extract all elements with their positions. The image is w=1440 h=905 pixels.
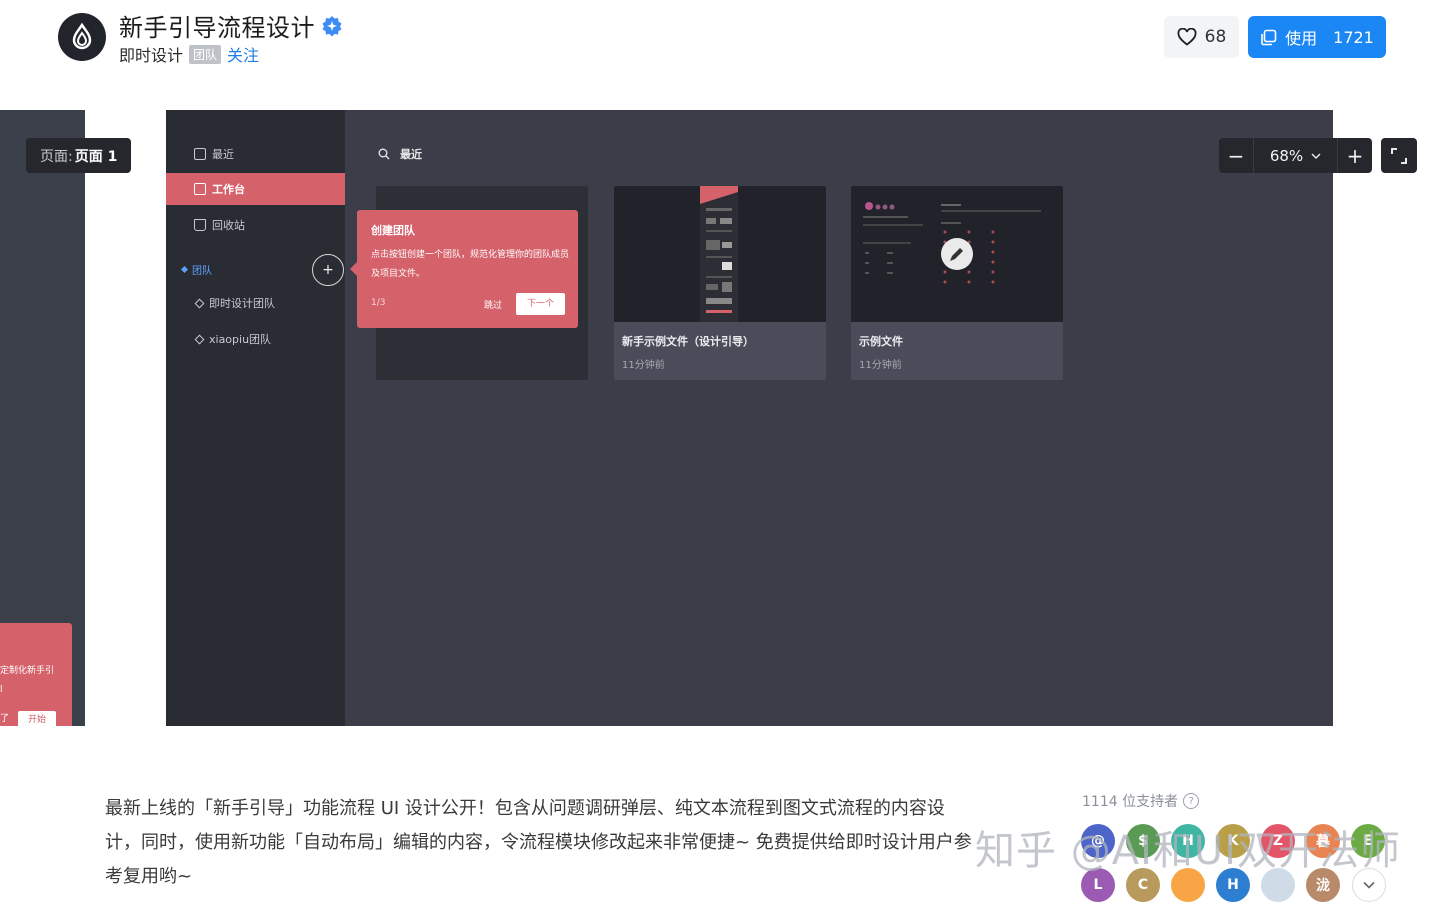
tooltip-skip-button[interactable]: 跳过 — [484, 298, 502, 311]
file-time: 11分钟前 — [859, 360, 902, 371]
sidebar-item-label: 回收站 — [212, 219, 245, 232]
tooltip-step-indicator: 1/3 — [371, 298, 386, 308]
zoom-control: − 68% + — [1219, 138, 1372, 173]
help-icon[interactable]: ? — [1183, 793, 1200, 809]
zoom-level-dropdown[interactable]: 68% — [1253, 138, 1338, 173]
fullscreen-button[interactable] — [1381, 138, 1417, 173]
sidebar-item-label: 最近 — [212, 148, 234, 161]
page-title: 新手引导流程设计 — [119, 8, 343, 43]
workspace-icon — [194, 183, 206, 195]
author-row: 即时设计 团队 关注 — [119, 42, 259, 66]
trash-icon — [194, 219, 206, 231]
team-label: 即时设计团队 — [209, 297, 275, 310]
design-preview: 页面: 页面 1 定制化新手引 l 了 开始 最近 工作台 回收站 团队 即时设… — [0, 110, 1440, 726]
verified-badge-icon — [322, 15, 342, 36]
left-popup-text: 定制化新手引 — [0, 666, 55, 676]
template-description: 最新上线的「新手引导」功能流程 UI 设计公开！包含从问题调研弹层、纯文本流程到… — [105, 798, 972, 887]
page-title-text: 新手引导流程设计 — [119, 14, 315, 42]
zoom-in-button[interactable]: + — [1338, 138, 1372, 173]
follow-button[interactable]: 关注 — [227, 42, 259, 66]
team-diamond-icon — [180, 265, 189, 274]
supporters-label: 1114 位支持者 — [1082, 794, 1179, 810]
team-label: xiaopiu团队 — [209, 333, 272, 346]
add-team-button[interactable]: + — [312, 254, 344, 286]
file-card[interactable]: 示例文件 11分钟前 — [851, 186, 1063, 380]
search-icon — [378, 148, 390, 160]
page-label: 页面: — [40, 148, 73, 165]
header: 新手引导流程设计 即时设计 团队 关注 68 使用 1721 — [0, 0, 1440, 110]
file-name: 新手示例文件（设计引导） — [622, 335, 754, 348]
onboarding-tooltip: 创建团队 点击按钮创建一个团队，规范化管理你的团队成员及项目文件。 1/3 跳过… — [350, 210, 578, 328]
diamond-icon — [194, 298, 205, 308]
chevron-down-icon — [1311, 153, 1321, 159]
tooltip-title: 创建团队 — [371, 224, 415, 237]
zoom-out-button[interactable]: − — [1219, 138, 1253, 173]
team-header-label: 团队 — [192, 266, 212, 277]
use-template-button[interactable]: 使用 1721 — [1248, 16, 1386, 58]
diamond-icon — [194, 334, 205, 344]
file-meta: 新手示例文件（设计引导） 11分钟前 — [614, 322, 826, 380]
file-time: 11分钟前 — [622, 360, 665, 371]
like-button[interactable]: 68 — [1164, 16, 1239, 58]
sidebar-team-xiaopiu[interactable]: xiaopiu团队 — [194, 331, 272, 347]
supporters-count: 1114 位支持者 ? — [1082, 791, 1200, 811]
file-card[interactable]: 新手示例文件（设计引导） 11分钟前 — [614, 186, 826, 380]
app-logo-icon[interactable] — [58, 13, 106, 61]
watermark: 知乎 @AI和UI双开法师 — [975, 828, 1401, 874]
sidebar: 最近 工作台 回收站 团队 即时设计团队 xiaopiu团队 — [166, 110, 345, 726]
left-popup-start-button[interactable]: 开始 — [18, 711, 56, 726]
page-name: 页面 1 — [74, 148, 118, 165]
file-thumbnail — [614, 186, 826, 322]
clock-icon — [194, 148, 206, 160]
heart-icon — [1177, 28, 1197, 46]
chevron-down-icon — [1363, 881, 1375, 889]
file-thumbnail — [851, 186, 1063, 322]
file-meta: 示例文件 11分钟前 — [851, 322, 1063, 380]
left-popup-partial: 了 — [0, 714, 10, 724]
copy-icon — [1261, 29, 1277, 45]
tooltip-body: 点击按钮创建一个团队，规范化管理你的团队成员及项目文件。 — [371, 250, 570, 279]
search-bar[interactable]: 最近 — [378, 146, 422, 162]
sidebar-item-label: 工作台 — [212, 183, 245, 196]
search-label: 最近 — [400, 148, 422, 161]
fullscreen-icon — [1391, 147, 1407, 164]
team-section-header[interactable]: 团队 — [180, 262, 212, 277]
use-label: 使用 — [1285, 29, 1318, 48]
zoom-level: 68% — [1269, 146, 1304, 165]
left-guide-popup: 定制化新手引 l 了 开始 — [0, 623, 72, 726]
sidebar-item-recent[interactable]: 最近 — [166, 138, 345, 170]
left-popup-text-2: l — [0, 685, 3, 695]
page-selector[interactable]: 页面: 页面 1 — [26, 138, 132, 173]
like-count: 68 — [1204, 27, 1227, 47]
sidebar-item-workspace[interactable]: 工作台 — [166, 173, 345, 205]
use-count: 1721 — [1333, 27, 1374, 47]
sidebar-team-jishi[interactable]: 即时设计团队 — [194, 295, 275, 311]
team-badge: 团队 — [189, 44, 222, 64]
tooltip-next-button[interactable]: 下一个 — [516, 293, 565, 315]
author-name[interactable]: 即时设计 — [119, 42, 183, 66]
plus-icon: + — [322, 262, 334, 278]
sidebar-item-trash[interactable]: 回收站 — [166, 209, 345, 241]
file-name: 示例文件 — [859, 335, 903, 348]
